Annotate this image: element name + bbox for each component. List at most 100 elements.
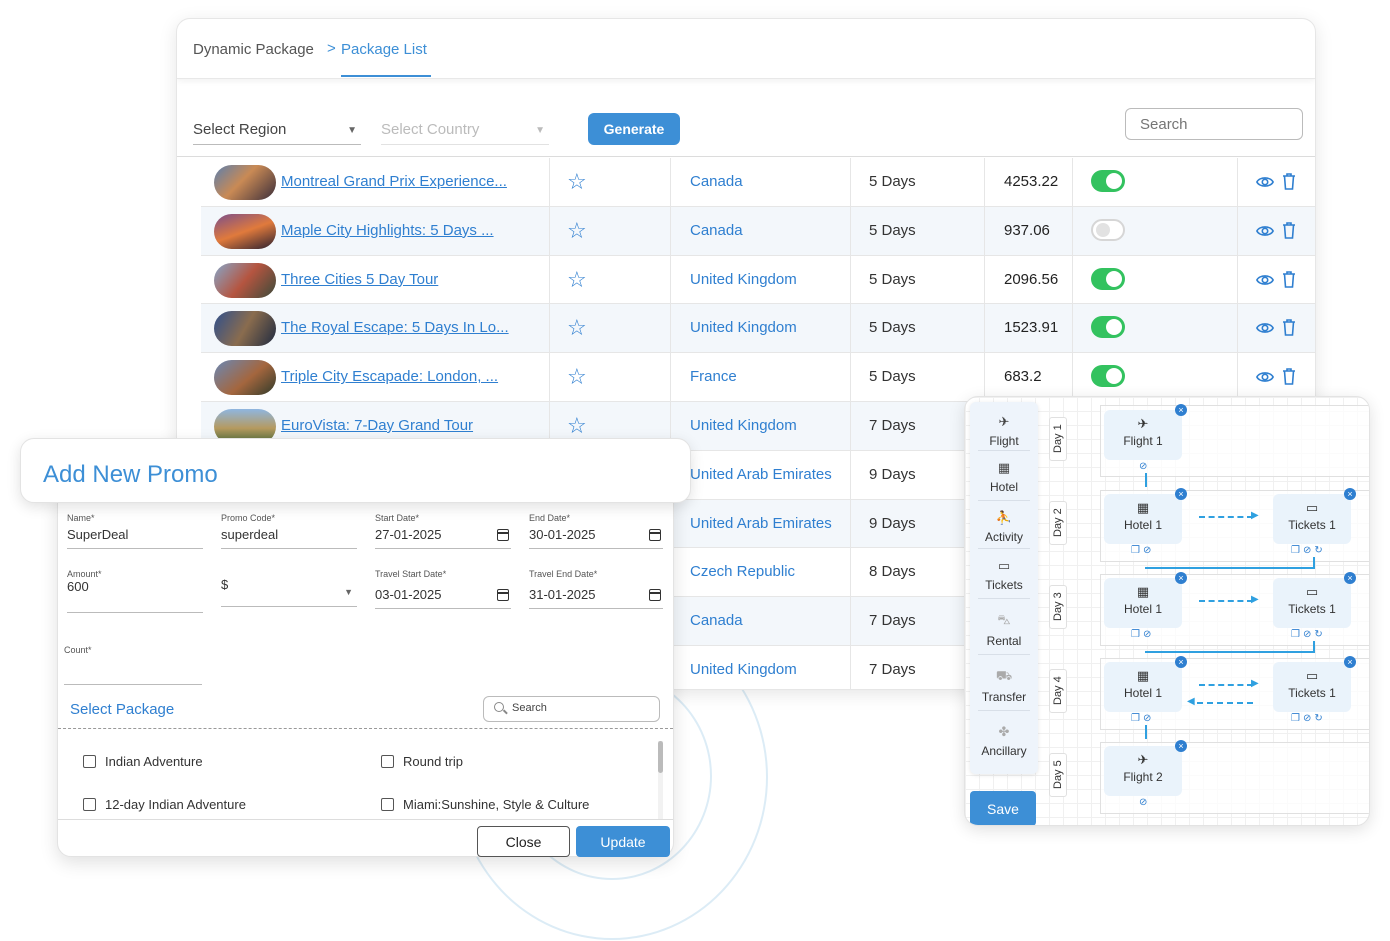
palette-item-activity[interactable]: ⛹ Activity [970, 510, 1038, 544]
generate-button[interactable]: Generate [588, 113, 680, 145]
status-toggle[interactable] [1091, 365, 1125, 388]
package-option[interactable]: Round trip [381, 754, 463, 769]
package-search-input[interactable]: Search [483, 696, 660, 722]
trash-icon[interactable] [1282, 270, 1296, 288]
copy-link-refresh-icons[interactable]: ❐⊘↻ [1291, 545, 1326, 556]
promo-name-input[interactable]: SuperDeal [67, 527, 203, 549]
remove-node-icon[interactable]: × [1175, 488, 1187, 500]
copy-link-refresh-icons[interactable]: ❐⊘↻ [1291, 629, 1326, 640]
package-country[interactable]: United Arab Emirates [690, 515, 832, 532]
amount-field[interactable]: Amount* 600 [67, 569, 203, 613]
eye-icon[interactable] [1255, 319, 1275, 337]
package-name-link[interactable]: The Royal Escape: 5 Days In Lo... [281, 319, 509, 336]
copy-link-icons[interactable]: ❐⊘ [1131, 713, 1154, 724]
scrollbar-thumb[interactable] [658, 741, 663, 773]
remove-node-icon[interactable]: × [1344, 488, 1356, 500]
node-flight-2[interactable]: ✈ Flight 2 × [1104, 740, 1187, 796]
close-button[interactable]: Close [477, 826, 570, 857]
calendar-icon[interactable] [497, 529, 509, 541]
package-country[interactable]: Canada [690, 612, 743, 629]
update-button[interactable]: Update [576, 826, 670, 857]
travel-start-field[interactable]: Travel Start Date* 03-01-2025 [375, 569, 511, 609]
remove-node-icon[interactable]: × [1175, 404, 1187, 416]
package-option[interactable]: 12-day Indian Adventure [83, 797, 246, 812]
start-date-input[interactable]: 27-01-2025 [375, 527, 511, 549]
package-country[interactable]: United Kingdom [690, 271, 797, 288]
currency-select[interactable]: $ ▼ [221, 577, 357, 607]
status-toggle[interactable] [1091, 316, 1125, 339]
palette-item-ancillary[interactable]: ✤ Ancillary [970, 724, 1038, 758]
package-name-link[interactable]: Triple City Escapade: London, ... [281, 368, 498, 385]
status-toggle[interactable] [1091, 218, 1125, 241]
node-hotel-1[interactable]: ▦ Hotel 1 × [1104, 656, 1187, 712]
star-icon[interactable]: ☆ [567, 364, 587, 390]
palette-item-tickets[interactable]: ▭ Tickets [970, 558, 1038, 592]
breadcrumb-root[interactable]: Dynamic Package [193, 41, 314, 58]
start-date-field[interactable]: Start Date* 27-01-2025 [375, 513, 511, 549]
package-country[interactable]: Canada [690, 173, 743, 190]
trash-icon[interactable] [1282, 172, 1296, 190]
package-country[interactable]: United Kingdom [690, 319, 797, 336]
package-country[interactable]: United Kingdom [690, 661, 797, 678]
package-name-link[interactable]: Three Cities 5 Day Tour [281, 271, 438, 288]
node-tickets-1[interactable]: ▭ Tickets 1 × [1273, 656, 1356, 712]
remove-node-icon[interactable]: × [1344, 656, 1356, 668]
package-country[interactable]: United Arab Emirates [690, 466, 832, 483]
breadcrumb-current[interactable]: Package List [341, 41, 427, 58]
node-tickets-1[interactable]: ▭ Tickets 1 × [1273, 572, 1356, 628]
remove-node-icon[interactable]: × [1175, 572, 1187, 584]
eye-icon[interactable] [1255, 173, 1275, 191]
trash-icon[interactable] [1282, 318, 1296, 337]
package-name-link[interactable]: EuroVista: 7-Day Grand Tour [281, 417, 473, 434]
remove-node-icon[interactable]: × [1175, 740, 1187, 752]
star-icon[interactable]: ☆ [567, 413, 587, 439]
eye-icon[interactable] [1255, 368, 1275, 386]
star-icon[interactable]: ☆ [567, 169, 587, 195]
node-hotel-1[interactable]: ▦ Hotel 1 × [1104, 488, 1187, 544]
trash-icon[interactable] [1282, 367, 1296, 385]
save-button[interactable]: Save [970, 791, 1036, 825]
package-country[interactable]: Canada [690, 222, 743, 239]
star-icon[interactable]: ☆ [567, 267, 587, 293]
palette-item-flight[interactable]: ✈ Flight [970, 414, 1038, 448]
palette-item-transfer[interactable]: ⛟ Transfer [970, 668, 1038, 704]
trash-icon[interactable] [1282, 221, 1296, 239]
node-tickets-1[interactable]: ▭ Tickets 1 × [1273, 488, 1356, 544]
travel-end-input[interactable]: 31-01-2025 [529, 583, 663, 609]
star-icon[interactable]: ☆ [567, 315, 587, 341]
package-name-link[interactable]: Maple City Highlights: 5 Days ... [281, 222, 494, 239]
travel-end-field[interactable]: Travel End Date* 31-01-2025 [529, 569, 663, 609]
calendar-icon[interactable] [649, 529, 661, 541]
checkbox[interactable] [83, 755, 96, 768]
country-select[interactable]: Select Country ▼ [381, 121, 549, 145]
checkbox[interactable] [83, 798, 96, 811]
count-field[interactable]: Count* [64, 645, 202, 685]
package-option[interactable]: Miami:Sunshine, Style & Culture [381, 797, 589, 812]
palette-item-rental[interactable]: ⛍ Rental [970, 612, 1038, 648]
link-icon[interactable]: ⊘ [1139, 797, 1150, 808]
remove-node-icon[interactable]: × [1344, 572, 1356, 584]
end-date-field[interactable]: End Date* 30-01-2025 [529, 513, 663, 549]
currency-field[interactable]: $ ▼ [221, 573, 357, 607]
status-toggle[interactable] [1091, 170, 1125, 192]
node-flight-1[interactable]: ✈ Flight 1 × [1104, 404, 1187, 460]
package-country[interactable]: United Kingdom [690, 417, 797, 434]
copy-link-icons[interactable]: ❐⊘ [1131, 545, 1154, 556]
status-toggle[interactable] [1091, 267, 1125, 290]
package-option[interactable]: Indian Adventure [83, 754, 203, 769]
node-hotel-1[interactable]: ▦ Hotel 1 × [1104, 572, 1187, 628]
eye-icon[interactable] [1255, 271, 1275, 289]
calendar-icon[interactable] [497, 589, 509, 601]
package-name-link[interactable]: Montreal Grand Prix Experience... [281, 173, 507, 190]
checkbox[interactable] [381, 755, 394, 768]
calendar-icon[interactable] [649, 589, 661, 601]
search-input[interactable] [1125, 108, 1303, 140]
promo-code-input[interactable]: superdeal [221, 527, 357, 549]
eye-icon[interactable] [1255, 222, 1275, 240]
package-country[interactable]: Czech Republic [690, 563, 795, 580]
package-country[interactable]: France [690, 368, 737, 385]
link-icon[interactable]: ⊘ [1139, 461, 1150, 472]
star-icon[interactable]: ☆ [567, 218, 587, 244]
copy-link-icons[interactable]: ❐⊘ [1131, 629, 1154, 640]
amount-input[interactable]: 600 [67, 579, 203, 613]
